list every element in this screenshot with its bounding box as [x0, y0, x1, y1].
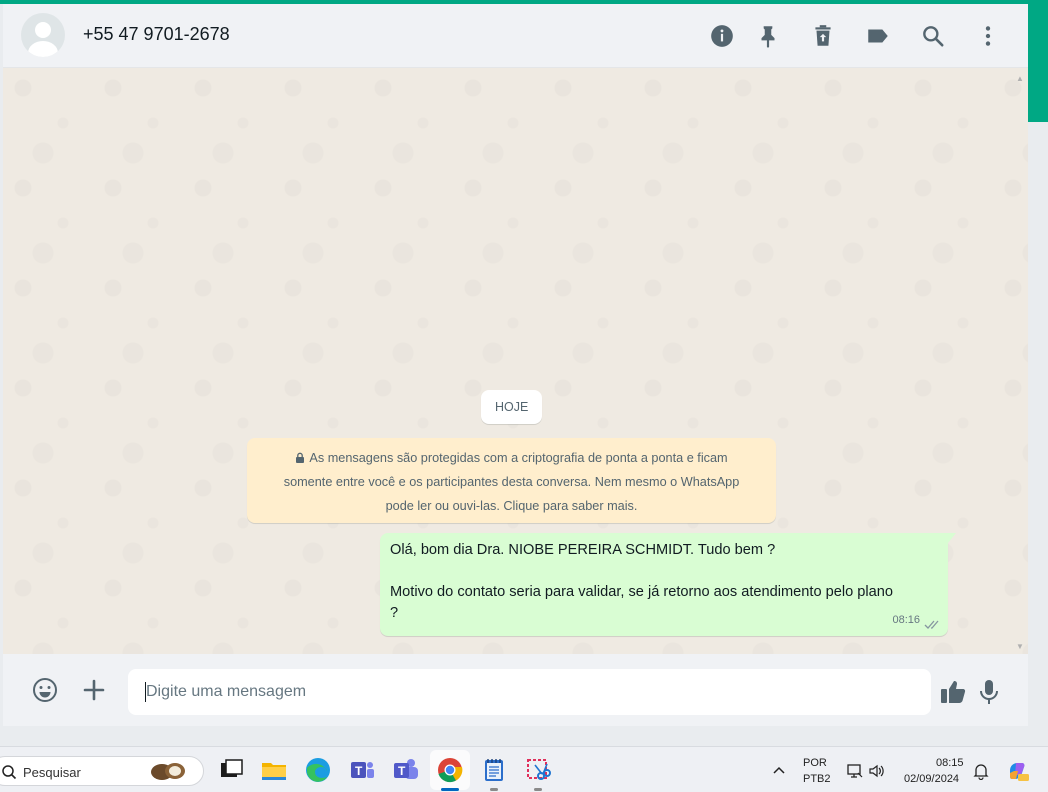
volume-icon[interactable] [868, 762, 886, 780]
double-check-icon [924, 620, 939, 629]
chrome-icon[interactable] [435, 755, 465, 785]
message-input[interactable] [128, 669, 931, 715]
search-icon [2, 765, 17, 780]
window-accent-side [1028, 4, 1048, 122]
encryption-notice-line: pode ler ou ouvi-las. Clique para saber … [385, 499, 638, 513]
message-text: Motivo do contato seria para validar, se… [390, 584, 893, 600]
svg-text:T: T [355, 764, 363, 778]
taskbar-search[interactable]: Pesquisar [0, 756, 204, 786]
message-composer [3, 654, 1028, 726]
contact-name[interactable]: +55 47 9701-2678 [83, 24, 230, 45]
clock-time[interactable]: 08:15 [936, 757, 964, 769]
search-icon[interactable] [920, 23, 946, 49]
open-app-indicator [534, 788, 542, 791]
contact-avatar[interactable] [21, 13, 65, 57]
encryption-notice-line: somente entre você e os participantes de… [283, 475, 740, 489]
clock-date[interactable]: 02/09/2024 [904, 773, 959, 785]
emoji-icon[interactable] [31, 676, 59, 704]
outgoing-message[interactable]: Olá, bom dia Dra. NIOBE PEREIRA SCHMIDT.… [380, 533, 956, 636]
edge-icon[interactable] [303, 755, 333, 785]
thumbs-up-icon[interactable] [939, 678, 967, 706]
message-list[interactable]: ▲ HOJE As mensagens são protegidas com a… [3, 68, 1028, 654]
window-edge [1028, 122, 1048, 746]
whatsapp-chat-window: +55 47 9701-2678 ▲ HOJE As mensagens são… [3, 4, 1028, 726]
chat-header: +55 47 9701-2678 [3, 4, 1028, 68]
info-icon[interactable] [709, 23, 735, 49]
teams-classic-icon[interactable]: T [347, 755, 377, 785]
notification-bell-icon[interactable] [972, 762, 990, 780]
microphone-icon[interactable] [975, 678, 1003, 706]
search-placeholder: Pesquisar [23, 765, 81, 780]
language-indicator[interactable]: POR [803, 757, 827, 769]
task-view-icon[interactable] [216, 755, 246, 785]
delete-icon[interactable] [810, 23, 836, 49]
windows-taskbar: Pesquisar T T POR PTB2 08:15 02/09/2024 [0, 746, 1048, 792]
label-icon[interactable] [865, 23, 891, 49]
text-caret [145, 682, 146, 702]
message-time: 08:16 [892, 614, 920, 626]
lock-icon [296, 452, 305, 463]
copilot-icon[interactable] [1006, 759, 1030, 783]
scroll-down-arrow[interactable]: ▼ [1016, 642, 1024, 651]
file-explorer-icon[interactable] [259, 755, 289, 785]
message-text: Olá, bom dia Dra. NIOBE PEREIRA SCHMIDT.… [390, 542, 776, 558]
svg-text:T: T [398, 764, 406, 778]
scroll-up-arrow[interactable]: ▲ [1016, 74, 1024, 83]
attach-plus-icon[interactable] [80, 676, 108, 704]
coconut-icon [151, 763, 185, 780]
message-text: ? [390, 605, 399, 621]
active-app-indicator [441, 788, 459, 791]
pin-icon[interactable] [755, 23, 781, 49]
notepad-icon[interactable] [479, 755, 509, 785]
network-icon[interactable] [846, 762, 864, 780]
chevron-up-icon[interactable] [770, 762, 788, 780]
snipping-tool-icon[interactable] [523, 755, 553, 785]
keyboard-layout-indicator[interactable]: PTB2 [803, 773, 831, 785]
encryption-notice-line: As mensagens são protegidas com a cripto… [309, 451, 728, 465]
menu-icon[interactable] [975, 23, 1001, 49]
encryption-notice[interactable]: As mensagens são protegidas com a cripto… [247, 438, 776, 523]
teams-icon[interactable]: T [391, 755, 421, 785]
open-app-indicator [490, 788, 498, 791]
date-divider: HOJE [481, 390, 543, 424]
